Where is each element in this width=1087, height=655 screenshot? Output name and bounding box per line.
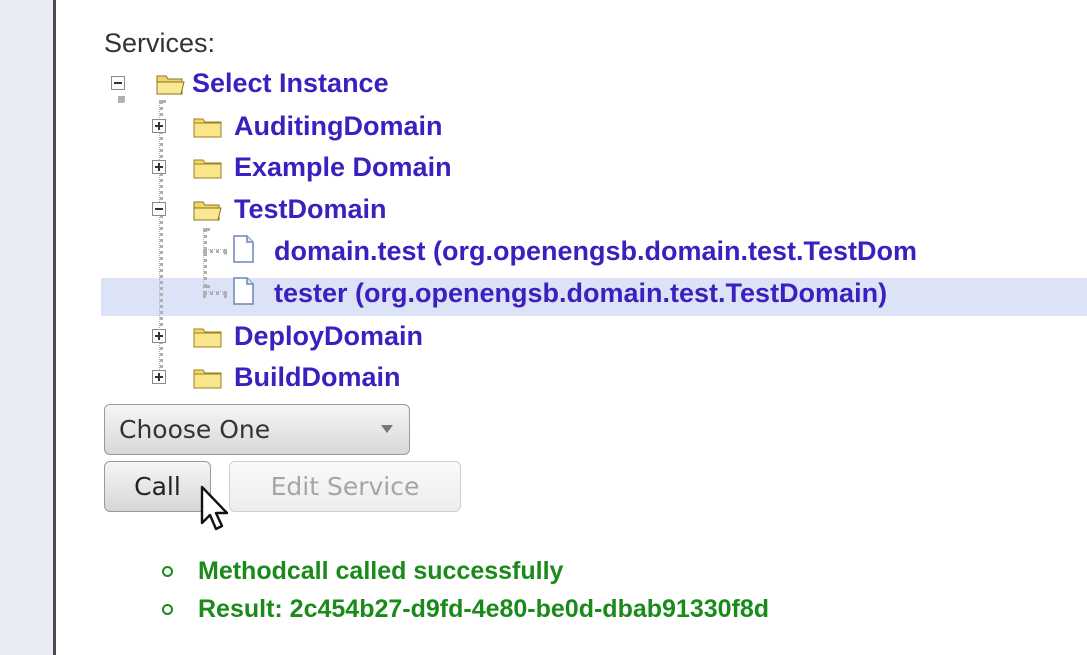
tree-node-auditingdomain[interactable]: AuditingDomain — [234, 111, 442, 142]
folder-icon — [193, 325, 223, 349]
collapse-toggle-root[interactable] — [111, 76, 125, 90]
method-select[interactable]: Choose One — [104, 404, 410, 455]
tree-node-select-instance[interactable]: Select Instance — [192, 68, 389, 99]
tree-node-domain-test[interactable]: domain.test (org.openengsb.domain.test.T… — [274, 236, 917, 267]
services-label: Services: — [104, 28, 216, 58]
result-message: Result: 2c454b27-d9fd-4e80-be0d-dbab9133… — [160, 590, 769, 628]
expand-toggle-builddomain[interactable] — [152, 370, 166, 384]
result-message-text: Result: 2c454b27-d9fd-4e80-be0d-dbab9133… — [198, 595, 770, 623]
folder-open-icon — [156, 72, 186, 96]
left-side-panel — [0, 0, 53, 655]
success-message: Methodcall called successfully — [160, 552, 769, 590]
folder-open-icon — [193, 198, 223, 222]
expand-toggle-example-domain[interactable] — [152, 160, 166, 174]
bullet-icon — [162, 604, 173, 615]
tree-node-deploydomain[interactable]: DeployDomain — [234, 321, 423, 352]
folder-icon — [193, 115, 223, 139]
tree-node-tester[interactable]: tester (org.openengsb.domain.test.TestDo… — [274, 278, 887, 309]
bullet-icon — [162, 566, 173, 577]
folder-icon — [193, 366, 223, 390]
file-icon — [232, 277, 256, 305]
tree-node-testdomain[interactable]: TestDomain — [234, 194, 387, 225]
tree-guide-vertical-sub — [203, 228, 207, 288]
folder-icon — [193, 156, 223, 180]
collapse-toggle-testdomain[interactable] — [152, 202, 166, 216]
method-select-value: Choose One — [119, 415, 271, 444]
file-icon — [232, 235, 256, 263]
edit-service-button[interactable]: Edit Service — [229, 461, 461, 512]
success-message-text: Methodcall called successfully — [198, 557, 564, 585]
expand-toggle-deploydomain[interactable] — [152, 329, 166, 343]
result-messages: Methodcall called successfully Result: 2… — [160, 552, 769, 628]
expand-toggle-auditingdomain[interactable] — [152, 119, 166, 133]
call-button[interactable]: Call — [104, 461, 211, 512]
tree-node-builddomain[interactable]: BuildDomain — [234, 362, 401, 393]
tree-node-example-domain[interactable]: Example Domain — [234, 152, 452, 183]
panel-divider — [53, 0, 56, 655]
chevron-down-icon — [381, 425, 393, 433]
mouse-pointer-icon — [199, 485, 237, 541]
